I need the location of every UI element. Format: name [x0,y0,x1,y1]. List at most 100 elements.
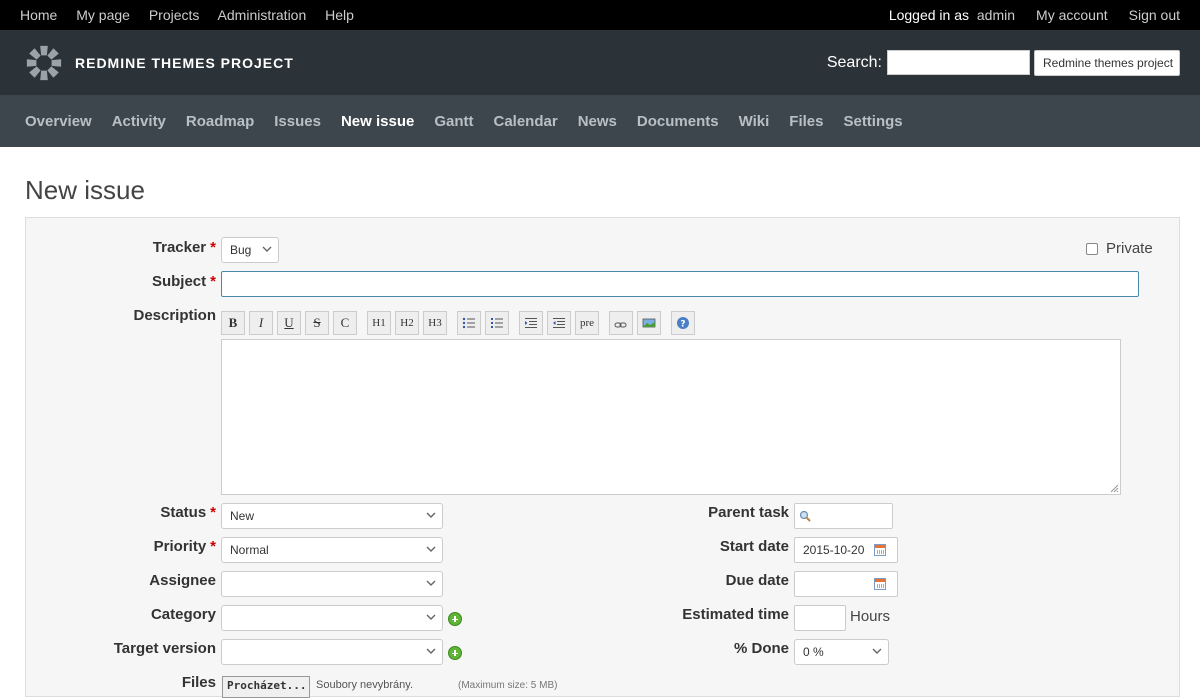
help-button[interactable]: ? [671,311,695,335]
link-icon [614,322,627,328]
private-checkbox[interactable] [1086,242,1098,255]
chevron-down-icon [262,246,272,252]
priority-select[interactable]: Normal [221,537,443,563]
unordered-list-icon [462,317,475,329]
category-select[interactable] [221,605,443,631]
brand: REDMINE THEMES PROJECT [25,44,294,82]
tab-documents[interactable]: Documents [637,113,719,130]
browse-files-button[interactable]: Procházet... [222,676,310,698]
project-jump-select[interactable]: Redmine themes project [1034,49,1180,76]
heading2-button[interactable]: H2 [395,311,419,335]
redmine-logo-icon [26,45,62,80]
help-icon: ? [677,317,689,330]
chevron-down-icon [872,648,882,654]
chevron-down-icon [426,614,436,620]
estimated-time-input[interactable] [794,605,846,631]
private-field: Private [1086,240,1153,257]
code-button[interactable]: C [333,311,357,335]
add-category-icon[interactable] [448,612,462,626]
svg-text:?: ? [680,320,685,330]
subject-input[interactable] [221,271,1139,297]
outdent-button[interactable] [547,311,571,335]
preformatted-button[interactable]: pre [575,311,599,335]
chevron-down-icon [426,580,436,586]
top-link-projects[interactable]: Projects [149,7,200,23]
add-version-icon[interactable] [448,646,462,660]
priority-value: Normal [230,543,269,557]
tab-calendar[interactable]: Calendar [494,113,558,130]
calendar-icon[interactable] [874,578,886,590]
tab-new-issue[interactable]: New issue [341,113,414,130]
description-textarea[interactable] [221,339,1121,495]
indent-icon [525,318,537,328]
strikethrough-button[interactable]: S [305,311,329,335]
chevron-down-icon [426,546,436,552]
page-title: New issue [25,175,145,205]
target-version-select[interactable] [221,639,443,665]
italic-button[interactable]: I [249,311,273,335]
project-title: REDMINE THEMES PROJECT [75,54,294,71]
done-ratio-select[interactable]: 0 % [794,639,889,665]
image-button[interactable] [637,311,661,335]
status-select[interactable]: New [221,503,443,529]
chevron-down-icon [426,512,436,518]
tab-gantt[interactable]: Gantt [434,113,473,130]
tracker-label: Tracker * [152,239,216,256]
chevron-down-icon [426,648,436,654]
tab-news[interactable]: News [578,113,617,130]
files-status: Soubory nevybrány. [316,679,414,691]
top-link-help[interactable]: Help [325,7,354,23]
ordered-list-icon [491,318,503,328]
description-label: Description [133,307,216,324]
quick-search: Search: Redmine themes project [827,49,1180,76]
tab-wiki[interactable]: Wiki [739,113,770,130]
calendar-icon[interactable] [874,544,886,556]
top-link-my-page[interactable]: My page [76,7,130,23]
category-label: Category [150,606,216,623]
underline-button[interactable]: U [277,311,301,335]
indent-button[interactable] [519,311,543,335]
tab-roadmap[interactable]: Roadmap [186,113,254,130]
top-link-home[interactable]: Home [20,7,57,23]
assignee-label: Assignee [149,572,216,589]
top-menu-left: Home My page Projects Administration Hel… [20,7,354,23]
tracker-label-text: Tracker [152,239,207,256]
top-link-administration[interactable]: Administration [218,7,307,23]
private-label: Private [1106,240,1153,257]
tracker-select[interactable]: Bug [221,237,279,263]
assignee-select[interactable] [221,571,443,597]
start-date-label: Start date [719,538,789,555]
wiki-toolbar: B I U S C H1 H2 H3 pre ? [221,311,699,335]
resize-handle-icon[interactable] [1109,483,1119,493]
link-button[interactable] [609,311,633,335]
logged-in-as: Logged in as admin [889,7,1015,23]
bold-button[interactable]: B [221,311,245,335]
search-input[interactable] [887,50,1030,75]
parent-task-input[interactable] [794,503,893,529]
content: New issue Tracker * Bug Private Subject * … [0,147,1200,698]
top-link-my-account[interactable]: My account [1036,7,1108,23]
heading3-button[interactable]: H3 [423,311,447,335]
main-menu: Overview Activity Roadmap Issues New iss… [0,95,1200,147]
logged-in-user-link[interactable]: admin [977,7,1015,23]
tab-overview[interactable]: Overview [25,113,92,130]
start-date-value: 2015-10-20 [803,543,865,557]
estimated-time-label: Estimated time [682,606,789,623]
subject-label: Subject * [151,273,216,290]
search-icon [799,510,811,522]
tab-issues[interactable]: Issues [274,113,321,130]
tab-activity[interactable]: Activity [112,113,166,130]
due-date-label: Due date [725,572,789,589]
issue-form-box: Tracker * Bug Private Subject * Descriptio… [25,217,1180,698]
top-menu: Home My page Projects Administration Hel… [0,0,1200,30]
top-link-sign-out[interactable]: Sign out [1129,7,1180,23]
status-label: Status * [160,504,216,521]
tab-settings[interactable]: Settings [843,113,902,130]
ordered-list-button[interactable] [485,311,509,335]
top-menu-right: Logged in as admin My account Sign out [889,7,1180,23]
heading1-button[interactable]: H1 [367,311,391,335]
tab-files[interactable]: Files [789,113,823,130]
done-ratio-label: % Done [733,640,789,657]
unordered-list-button[interactable] [457,311,481,335]
subject-label-text: Subject [151,273,207,290]
